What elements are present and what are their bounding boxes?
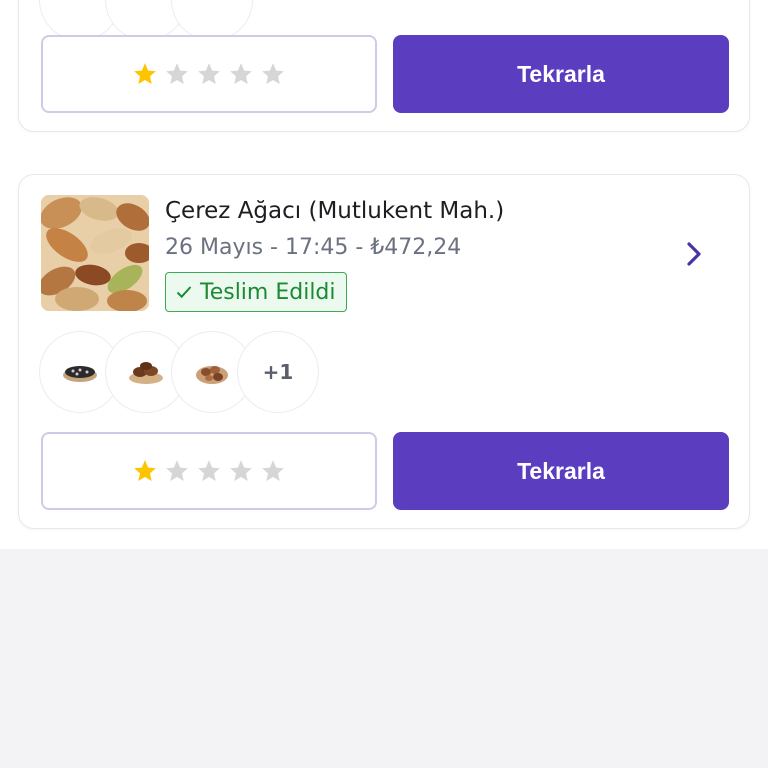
order-items-thumbnails: +1 — [39, 331, 319, 413]
rating-stars[interactable] — [41, 432, 377, 510]
chevron-right-icon[interactable] — [683, 239, 705, 269]
status-text: Teslim Edildi — [200, 279, 336, 305]
star-icon[interactable] — [132, 458, 158, 484]
star-outline-icon[interactable] — [164, 458, 190, 484]
orders-list: Tekrarla Çerez Ağacı (Mutlukent Mah.) 26… — [0, 0, 768, 549]
star-outline-icon[interactable] — [228, 458, 254, 484]
star-outline-icon[interactable] — [196, 61, 222, 87]
order-card: Tekrarla — [18, 0, 750, 132]
star-outline-icon[interactable] — [228, 61, 254, 87]
repeat-order-button[interactable]: Tekrarla — [393, 35, 729, 113]
check-icon — [176, 286, 192, 299]
star-icon[interactable] — [132, 61, 158, 87]
rating-stars[interactable] — [41, 35, 377, 113]
order-date-price: 26 Mayıs - 17:45 - ₺472,24 — [165, 235, 462, 260]
store-image — [41, 195, 149, 311]
repeat-order-button[interactable]: Tekrarla — [393, 432, 729, 510]
store-name: Çerez Ağacı (Mutlukent Mah.) — [165, 198, 505, 224]
order-card[interactable]: Çerez Ağacı (Mutlukent Mah.) 26 Mayıs - … — [18, 174, 750, 529]
star-outline-icon[interactable] — [260, 458, 286, 484]
star-outline-icon[interactable] — [164, 61, 190, 87]
star-outline-icon[interactable] — [196, 458, 222, 484]
more-items-count: +1 — [237, 331, 319, 413]
status-badge: Teslim Edildi — [165, 272, 347, 312]
star-outline-icon[interactable] — [260, 61, 286, 87]
